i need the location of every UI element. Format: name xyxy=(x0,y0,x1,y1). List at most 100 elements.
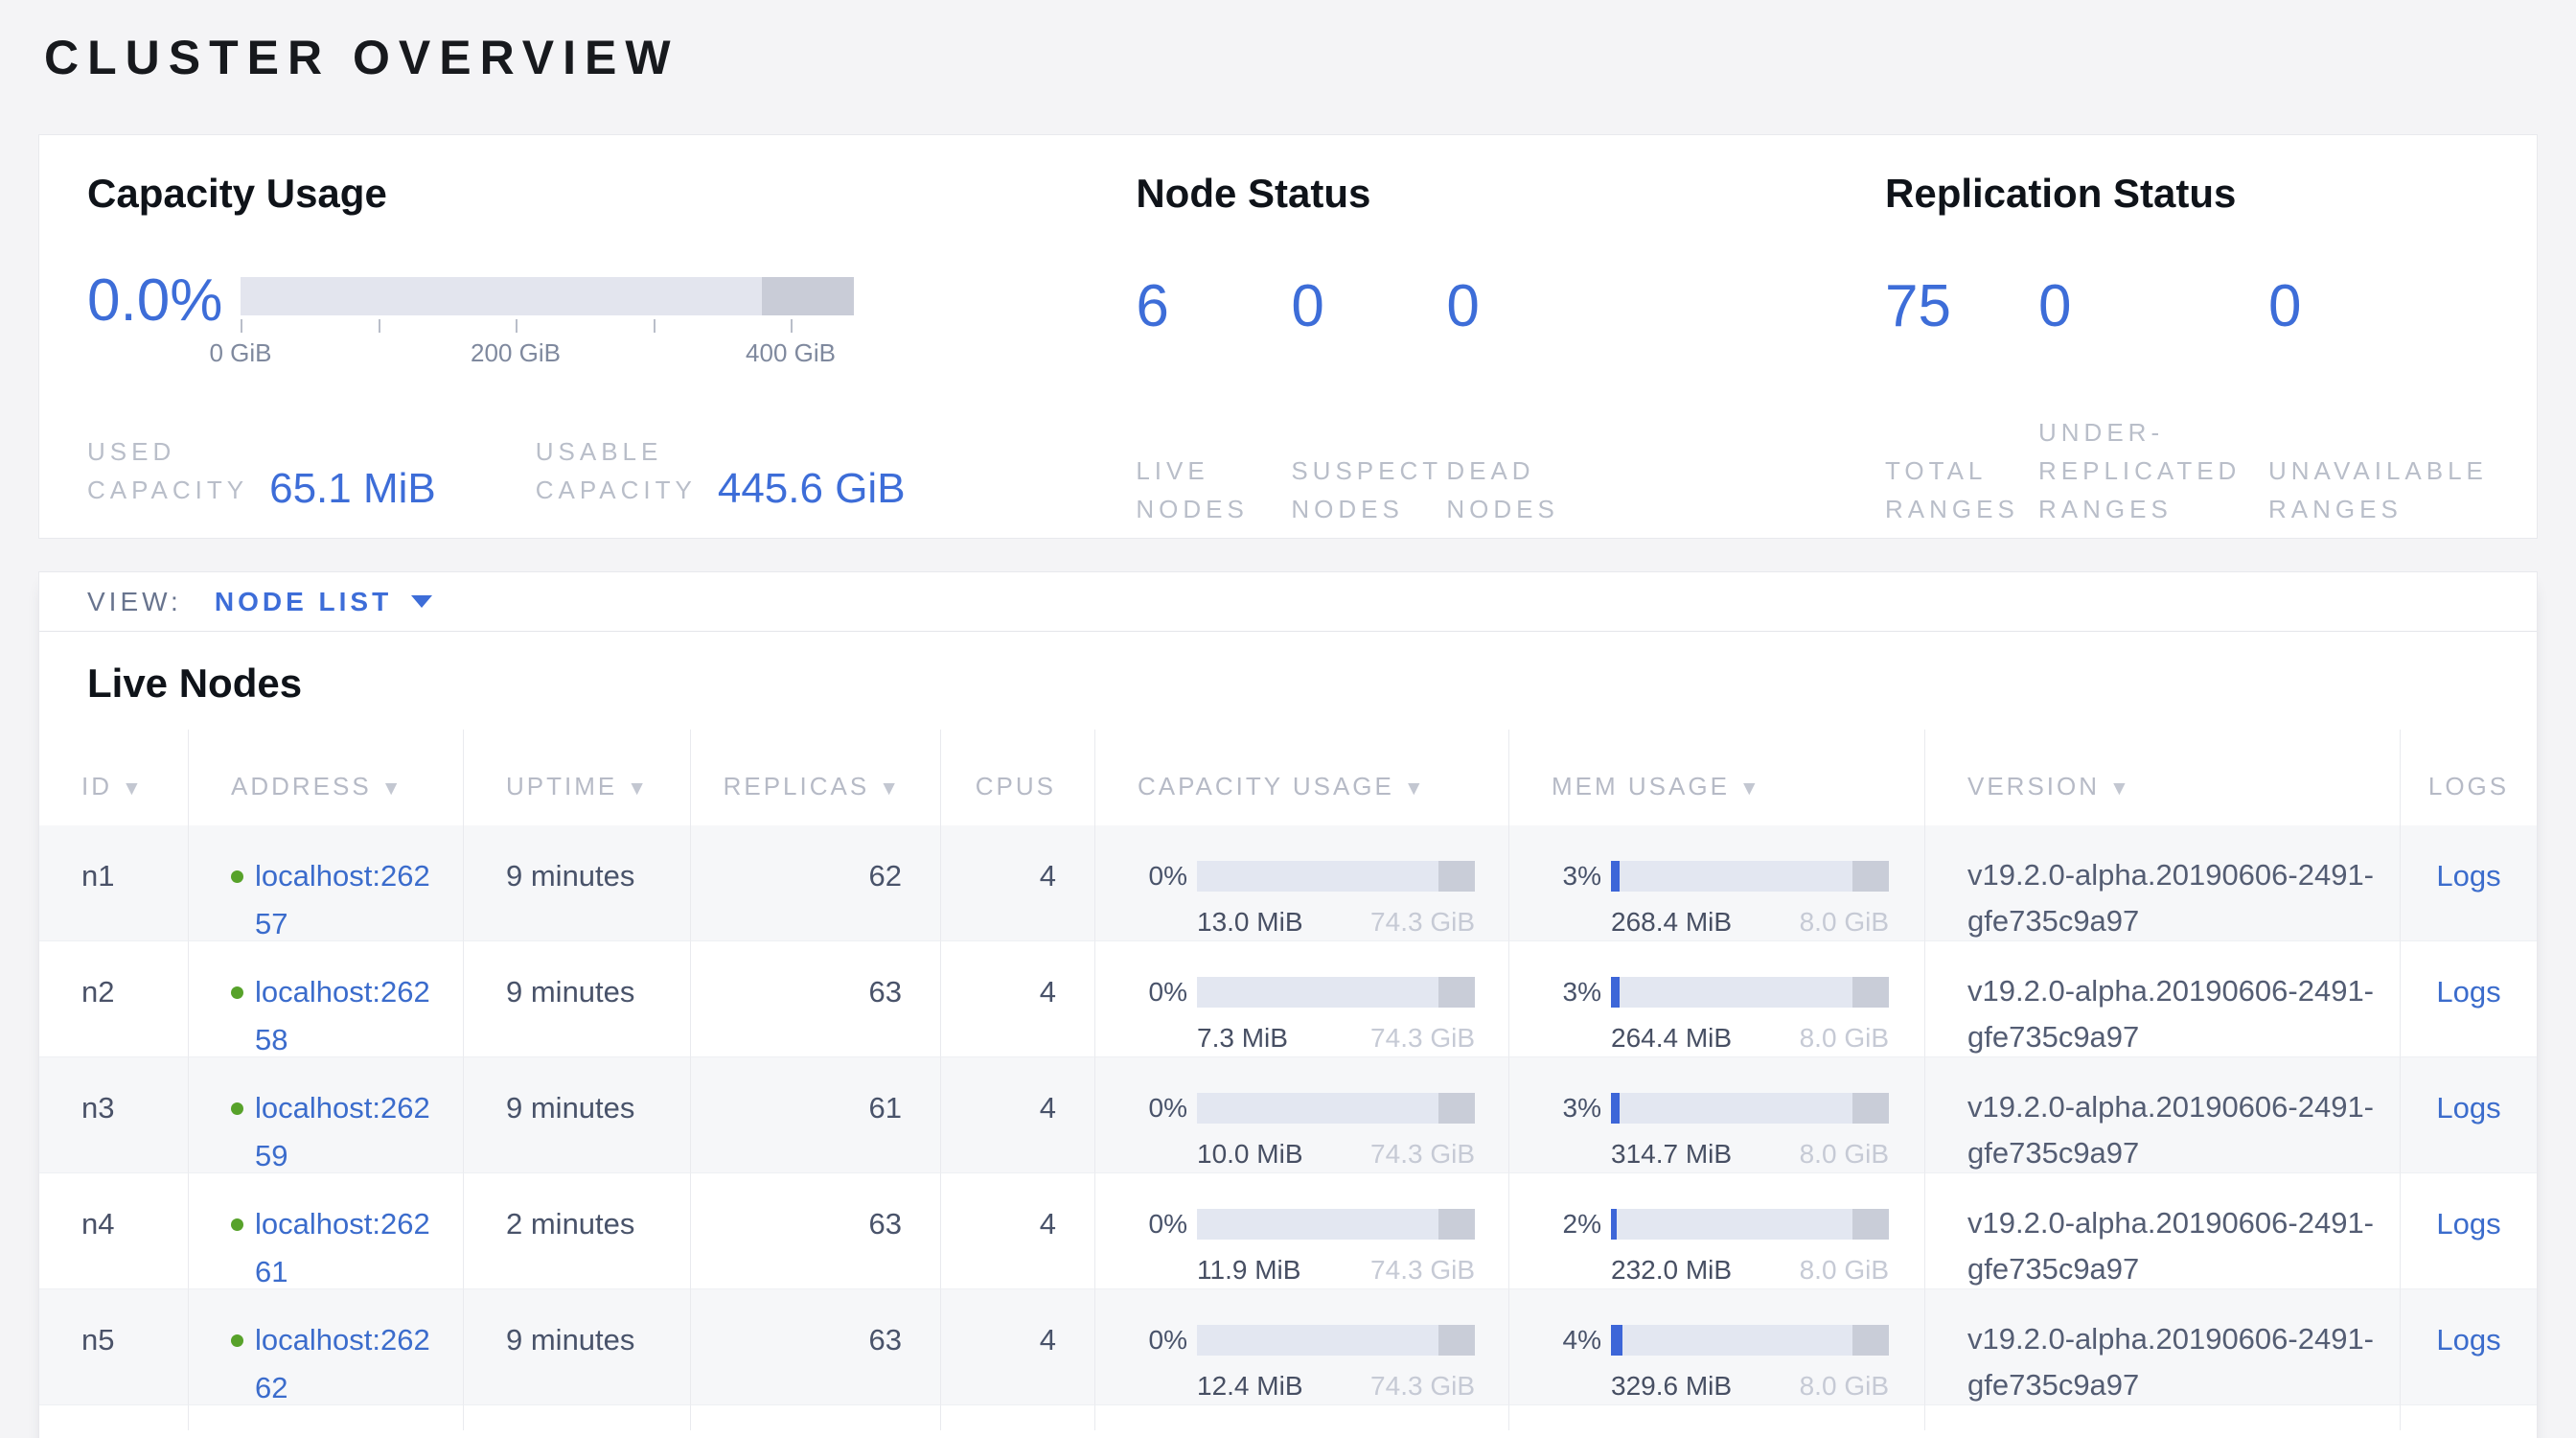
logs-link[interactable]: Logs xyxy=(2436,1323,2500,1357)
column-header-label: CAPACITY USAGE xyxy=(1138,772,1394,800)
node-version-cell: v19.2.0-alpha.20190606-2491-gfe735c9a97 xyxy=(1925,1289,2401,1405)
sort-arrow-icon: ▼ xyxy=(627,777,650,800)
chevron-down-icon xyxy=(411,595,432,608)
summary-panel: Capacity Usage 0.0% 0 GiB200 GiB400 GiB … xyxy=(38,134,2538,539)
mem-usage-meter: 4% xyxy=(1552,1316,1924,1364)
mem-usage-values: 329.6 MiB8.0 GiB xyxy=(1611,1370,1889,1403)
mem-usage-total: 8.0 GiB xyxy=(1800,1138,1889,1171)
capacity-stat-label: USEDCAPACITY xyxy=(87,432,248,509)
node-version-cell: v19.2.0-alpha.20190606-2491-gfe735c9a97 xyxy=(1925,1173,2401,1289)
clipped-row-cell xyxy=(39,1405,189,1430)
mem-usage-percent: 3% xyxy=(1552,1084,1601,1132)
capacity-usage-used: 13.0 MiB xyxy=(1197,906,1303,939)
column-header-uptime[interactable]: UPTIME ▼ xyxy=(464,730,691,825)
capacity-usage-used: 12.4 MiB xyxy=(1197,1370,1303,1403)
mem-usage-used: 314.7 MiB xyxy=(1611,1138,1732,1171)
column-header-mem-usage[interactable]: MEM USAGE ▼ xyxy=(1509,730,1925,825)
mem-usage-total: 8.0 GiB xyxy=(1800,906,1889,939)
node-id-cell: n1 xyxy=(39,825,189,941)
capacity-usage-used: 11.9 MiB xyxy=(1197,1254,1300,1287)
node-address-cell: localhost:26259 xyxy=(189,1057,464,1173)
node-address: localhost:26258 xyxy=(231,968,463,1064)
node-address-link[interactable]: localhost:26259 xyxy=(255,1084,435,1180)
mem-usage-values: 232.0 MiB8.0 GiB xyxy=(1611,1254,1889,1287)
column-header-label: MEM USAGE xyxy=(1552,772,1730,800)
column-header-label: UPTIME xyxy=(506,772,617,800)
node-address: localhost:26262 xyxy=(231,1316,463,1412)
sort-arrow-icon: ▼ xyxy=(1739,777,1762,800)
mem-usage-bar-fill xyxy=(1611,977,1620,1008)
node-cpus-cell: 4 xyxy=(941,1173,1095,1289)
column-header-capacity-usage[interactable]: CAPACITY USAGE ▼ xyxy=(1095,730,1509,825)
logs-link[interactable]: Logs xyxy=(2436,1207,2500,1241)
replication-status-stats: 75TOTAL RANGES0UNDER-REPLICATED RANGES0U… xyxy=(1885,277,2537,528)
node-cpus-cell: 4 xyxy=(941,825,1095,941)
capacity-usage-percent: 0% xyxy=(1138,852,1187,900)
replication-value: 0 xyxy=(2038,277,2268,336)
column-header-address[interactable]: ADDRESS▼ xyxy=(189,730,464,825)
mem-usage-bar-reserved xyxy=(1852,1209,1889,1240)
node-cpus-cell: 4 xyxy=(941,1289,1095,1405)
capacity-stat-label-line: USED xyxy=(87,432,248,471)
capacity-usage-total: 74.3 GiB xyxy=(1370,1022,1475,1055)
node-status-label: SUSPECT NODES xyxy=(1291,452,1446,528)
node-version: v19.2.0-alpha.20190606-2491-gfe735c9a97 xyxy=(1967,1200,2399,1292)
column-header-label: VERSION xyxy=(1967,772,2100,800)
node-address-cell: localhost:26257 xyxy=(189,825,464,941)
node-status-value: 0 xyxy=(1446,277,1601,336)
mem-usage-bar-reserved xyxy=(1852,1325,1889,1356)
column-header-cpus[interactable]: CPUS xyxy=(941,730,1095,825)
clipped-row-cell xyxy=(464,1405,691,1430)
node-mem-usage-cell: 2%232.0 MiB8.0 GiB xyxy=(1509,1173,1925,1289)
node-address-link[interactable]: localhost:26257 xyxy=(255,852,435,948)
node-uptime-cell: 9 minutes xyxy=(464,941,691,1057)
capacity-stat-label-line: CAPACITY xyxy=(87,471,248,509)
node-status-value: 0 xyxy=(1291,277,1446,336)
mem-usage-bar xyxy=(1611,1093,1889,1124)
live-nodes-table: ID▼ADDRESS▼UPTIME▼REPLICAS▼CPUSCAPACITY … xyxy=(39,730,2537,1430)
node-uptime-cell: 9 minutes xyxy=(464,825,691,941)
column-header-logs[interactable]: LOGS xyxy=(2401,730,2537,825)
node-replicas-cell: 63 xyxy=(691,941,941,1057)
sort-arrow-icon: ▼ xyxy=(879,777,902,800)
capacity-reserved-segment xyxy=(762,277,854,315)
node-address-link[interactable]: localhost:26262 xyxy=(255,1316,435,1412)
axis-tick xyxy=(516,319,518,333)
capacity-stat-label: USABLECAPACITY xyxy=(536,432,697,509)
logs-link[interactable]: Logs xyxy=(2436,859,2500,893)
node-status-stat: 0 SUSPECT NODES xyxy=(1291,277,1446,528)
column-header-id[interactable]: ID▼ xyxy=(39,730,189,825)
node-address-link[interactable]: localhost:26258 xyxy=(255,968,435,1064)
sort-arrow-icon: ▼ xyxy=(1404,777,1427,800)
mem-usage-bar xyxy=(1611,1325,1889,1356)
node-mem-usage-cell: 4% 329.6 MiB8.0 GiB xyxy=(1509,1289,1925,1405)
capacity-usage-title: Capacity Usage xyxy=(87,170,1136,218)
capacity-axis-ticks xyxy=(241,319,854,335)
node-address-cell: localhost:26261 xyxy=(189,1173,464,1289)
node-address: localhost:26259 xyxy=(231,1084,463,1180)
capacity-stats: USEDCAPACITY65.1 MiBUSABLECAPACITY445.6 … xyxy=(87,432,1136,509)
capacity-stat: USEDCAPACITY 65.1 MiB xyxy=(87,432,436,509)
capacity-usage-bar-reserved xyxy=(1438,861,1475,892)
replication-status-title: Replication Status xyxy=(1885,170,2537,218)
node-capacity-usage-cell: 0%10.0 MiB74.3 GiB xyxy=(1095,1057,1509,1173)
mem-usage-bar-fill xyxy=(1611,1093,1620,1124)
logs-link[interactable]: Logs xyxy=(2436,975,2500,1009)
node-capacity-usage-cell: 0%13.0 MiB74.3 GiB xyxy=(1095,825,1509,941)
view-selector[interactable]: NODE LIST xyxy=(215,587,432,617)
node-mem-usage-cell: 3%268.4 MiB8.0 GiB xyxy=(1509,825,1925,941)
logs-link[interactable]: Logs xyxy=(2436,1091,2500,1125)
column-header-replicas[interactable]: REPLICAS▼ xyxy=(691,730,941,825)
mem-usage-total: 8.0 GiB xyxy=(1800,1370,1889,1403)
sort-arrow-icon: ▼ xyxy=(122,777,145,800)
capacity-usage-values: 12.4 MiB74.3 GiB xyxy=(1197,1370,1475,1403)
view-label: VIEW: xyxy=(87,587,182,617)
mem-usage-percent: 3% xyxy=(1552,968,1601,1016)
mem-usage-meter: 3% xyxy=(1552,968,1924,1016)
node-status-title: Node Status xyxy=(1136,170,1885,218)
mem-usage-used: 264.4 MiB xyxy=(1611,1022,1732,1055)
capacity-stat-value: 65.1 MiB xyxy=(269,469,436,509)
mem-usage-bar-reserved xyxy=(1852,1093,1889,1124)
node-address-link[interactable]: localhost:26261 xyxy=(255,1200,435,1296)
column-header-version[interactable]: VERSION▼ xyxy=(1925,730,2401,825)
